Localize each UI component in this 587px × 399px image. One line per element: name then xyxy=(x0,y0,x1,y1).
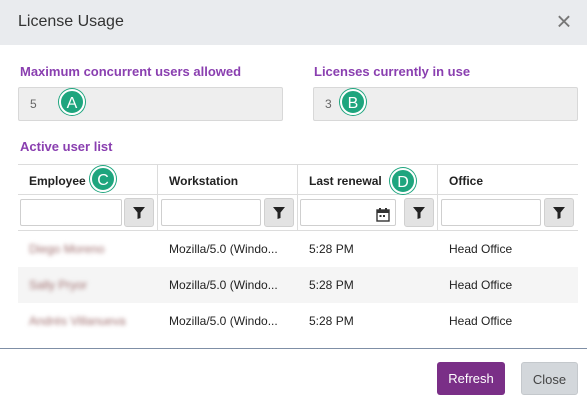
table-row[interactable]: Sally Pryor Mozilla/5.0 (Windo... 5:28 P… xyxy=(18,267,578,303)
max-users-field: 5 xyxy=(18,87,283,121)
table-row[interactable]: Andrés Villanueva Mozilla/5.0 (Windo... … xyxy=(18,303,578,339)
close-button[interactable]: Close xyxy=(521,362,578,395)
workstation-filter-button[interactable] xyxy=(264,198,294,227)
last-renewal-cell: 5:28 PM xyxy=(309,242,354,256)
filter-icon xyxy=(553,207,565,219)
filter-cell-office xyxy=(438,195,578,231)
column-header-workstation[interactable]: Workstation xyxy=(158,165,298,195)
annotation-badge-b: B xyxy=(340,89,366,115)
column-header-last-renewal[interactable]: Last renewal xyxy=(298,165,438,195)
workstation-cell: Mozilla/5.0 (Windo... xyxy=(169,242,278,256)
office-cell: Head Office xyxy=(449,242,513,256)
filter-icon xyxy=(133,207,145,219)
employee-cell: Andrés Villanueva xyxy=(29,314,126,328)
license-usage-dialog: License Usage × Maximum concurrent users… xyxy=(0,0,587,399)
annotation-badge-d: D xyxy=(390,168,416,194)
close-icon[interactable]: × xyxy=(553,8,575,34)
filter-row xyxy=(18,195,578,231)
filter-cell-workstation xyxy=(158,195,298,231)
workstation-filter-input[interactable] xyxy=(161,199,261,226)
annotation-badge-c: C xyxy=(90,166,116,192)
office-cell: Head Office xyxy=(449,314,513,328)
table-row[interactable]: Diego Moreno Mozilla/5.0 (Windo... 5:28 … xyxy=(18,231,578,267)
in-use-label: Licenses currently in use xyxy=(314,64,471,79)
annotation-badge-a: A xyxy=(59,89,85,115)
workstation-cell: Mozilla/5.0 (Windo... xyxy=(169,278,278,292)
office-filter-button[interactable] xyxy=(544,198,574,227)
active-user-list-label: Active user list xyxy=(20,139,113,154)
filter-icon xyxy=(413,207,425,219)
last-renewal-cell: 5:28 PM xyxy=(309,314,354,328)
calendar-icon[interactable] xyxy=(376,208,390,222)
last-renewal-cell: 5:28 PM xyxy=(309,278,354,292)
filter-icon xyxy=(273,207,285,219)
last-renewal-filter-button[interactable] xyxy=(404,198,434,227)
employee-filter-button[interactable] xyxy=(124,198,154,227)
max-users-label: Maximum concurrent users allowed xyxy=(20,64,242,79)
office-filter-input[interactable] xyxy=(441,199,541,226)
employee-filter-input[interactable] xyxy=(20,199,122,226)
dialog-title: License Usage xyxy=(18,13,124,30)
filter-cell-last-renewal xyxy=(298,195,438,231)
employee-cell: Sally Pryor xyxy=(29,278,88,292)
office-cell: Head Office xyxy=(449,278,513,292)
refresh-button[interactable]: Refresh xyxy=(437,362,505,395)
dialog-titlebar: License Usage × xyxy=(0,0,587,45)
workstation-cell: Mozilla/5.0 (Windo... xyxy=(169,314,278,328)
filter-cell-employee xyxy=(18,195,158,231)
footer-divider xyxy=(0,348,587,349)
employee-cell: Diego Moreno xyxy=(29,242,105,256)
column-header-employee[interactable]: Employee xyxy=(18,165,158,195)
last-renewal-date-input[interactable] xyxy=(300,199,396,226)
column-header-office[interactable]: Office xyxy=(438,165,578,195)
